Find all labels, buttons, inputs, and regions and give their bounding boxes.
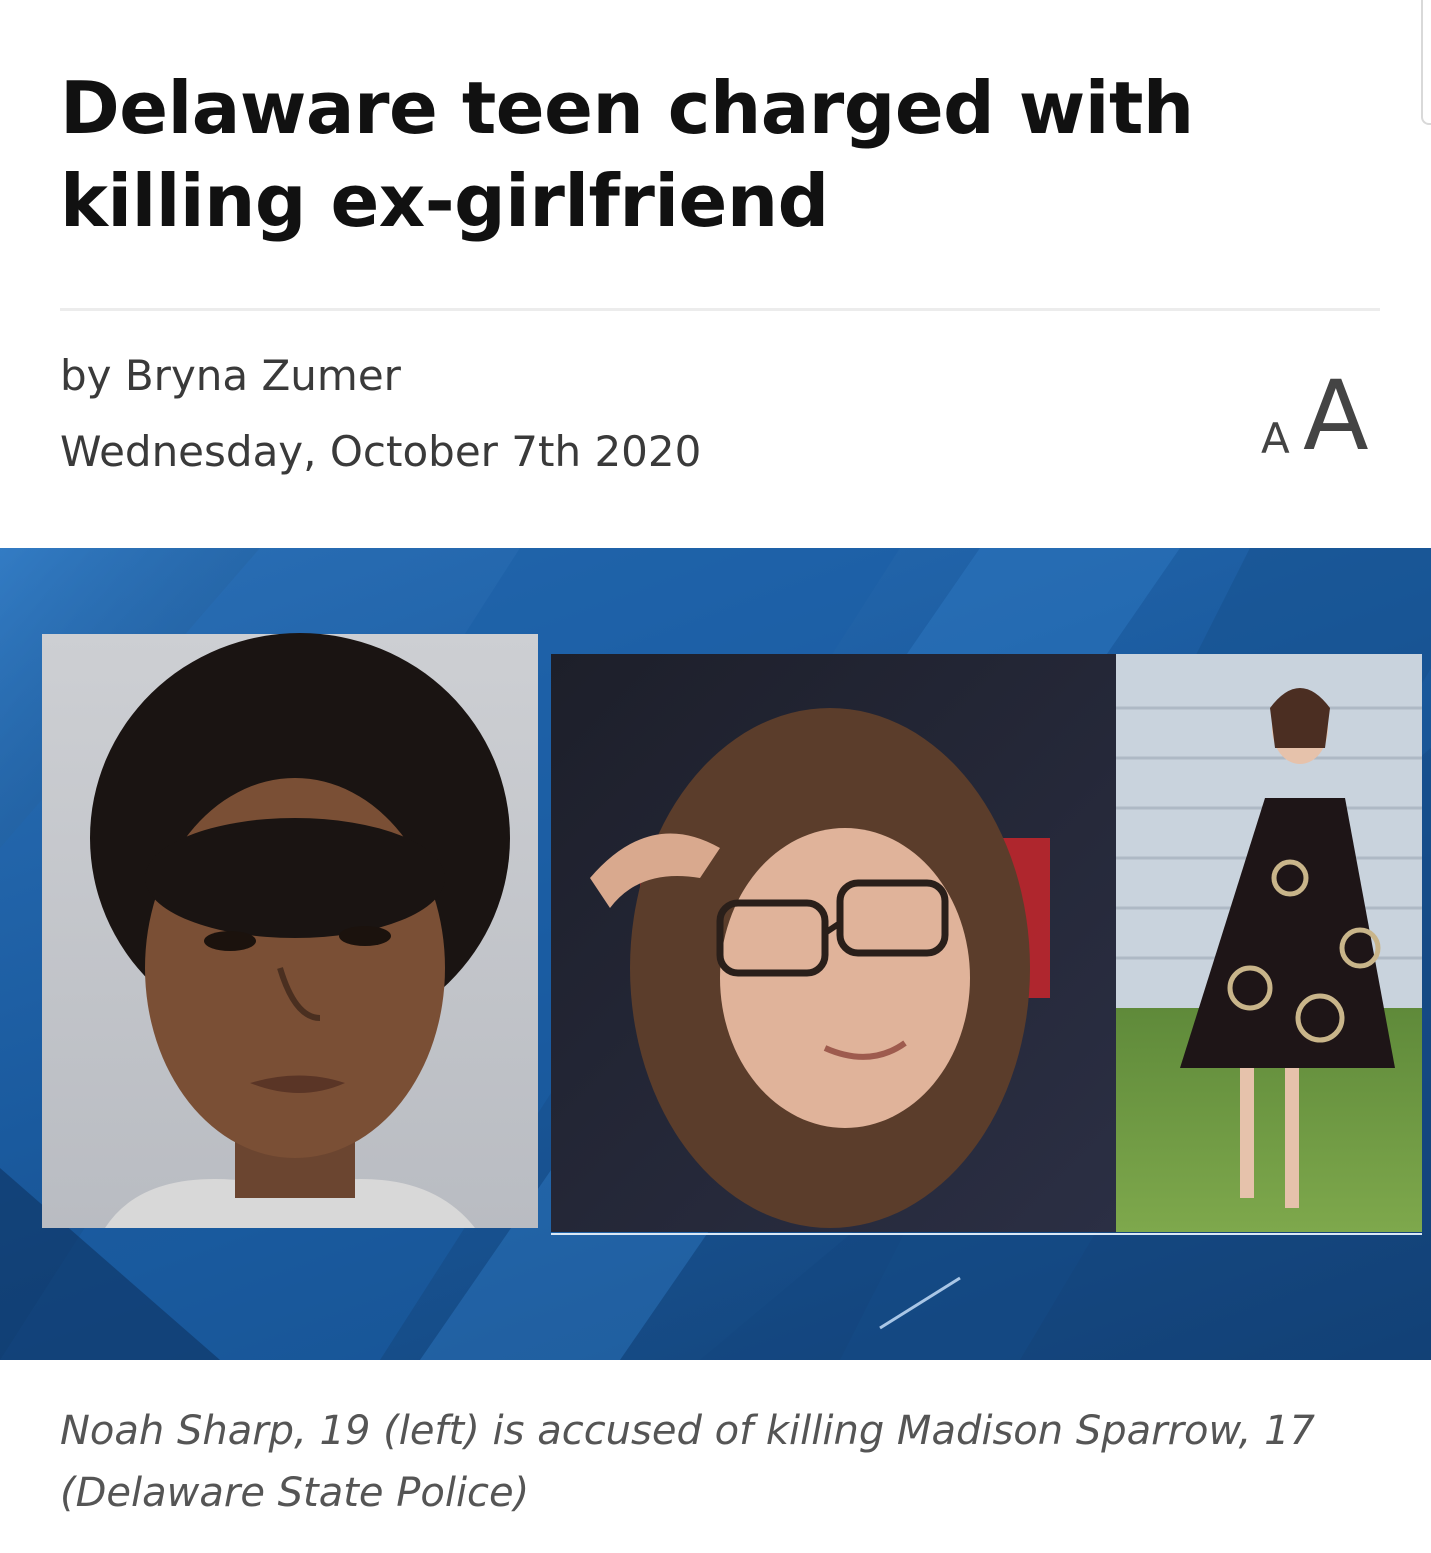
article-date: Wednesday, October 7th 2020: [60, 427, 702, 476]
font-size-large-icon: A: [1303, 360, 1369, 472]
article-headline: Delaware teen charged with killing ex-gi…: [60, 66, 1194, 243]
photo-illustration: [0, 548, 1431, 1360]
photo-caption: Noah Sharp, 19 (left) is accused of kill…: [60, 1408, 1315, 1516]
headline-divider: [60, 308, 1380, 311]
victim-closeup-photo: [551, 654, 1116, 1232]
font-size-button[interactable]: A A: [1255, 356, 1385, 466]
font-size-small-icon: A: [1261, 414, 1290, 463]
mugshot-photo: [42, 633, 538, 1228]
article-byline: by Bryna Zumer: [60, 351, 401, 400]
article-photo[interactable]: [0, 548, 1431, 1360]
scrollbar-edge[interactable]: [1421, 0, 1431, 125]
victim-fullbody-photo: [1116, 654, 1422, 1232]
